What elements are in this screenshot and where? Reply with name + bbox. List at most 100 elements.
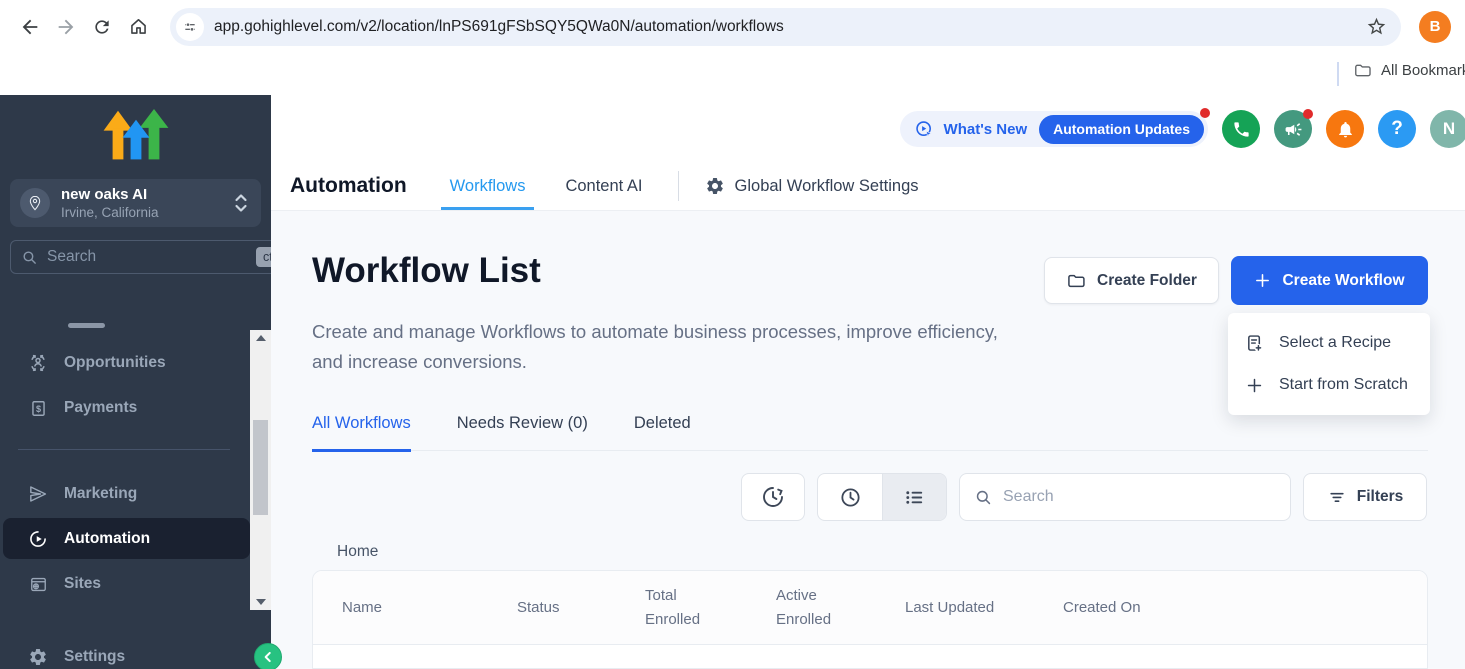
sidebar-item-marketing[interactable]: Marketing <box>0 472 250 516</box>
megaphone-icon <box>1284 120 1303 139</box>
all-bookmarks-button[interactable]: All Bookmarks <box>1353 61 1465 80</box>
sidebar-scrollbar[interactable] <box>250 330 271 610</box>
opportunities-icon <box>28 353 48 373</box>
column-header-last-updated: Last Updated <box>905 599 1063 616</box>
whats-new-pill[interactable]: What's New Automation Updates <box>900 111 1208 147</box>
phone-button[interactable] <box>1222 110 1260 148</box>
recipe-file-plus-icon <box>1243 332 1265 354</box>
create-workflow-label: Create Workflow <box>1282 272 1404 290</box>
time-view-button[interactable] <box>818 474 882 520</box>
scrollbar-thumb[interactable] <box>253 420 268 515</box>
sidebar-item-opportunities[interactable]: Opportunities <box>0 341 250 385</box>
tab-deleted-label: Deleted <box>634 414 691 433</box>
tabs-divider <box>678 171 679 201</box>
automation-updates-badge[interactable]: Automation Updates <box>1039 115 1204 144</box>
breadcrumb-home[interactable]: Home <box>337 543 378 561</box>
plus-icon <box>1254 272 1271 289</box>
sidebar-search-field[interactable] <box>47 248 247 266</box>
all-bookmarks-label: All Bookmarks <box>1381 62 1465 79</box>
list-toolbar: Filters <box>741 473 1427 521</box>
browser-forward-button[interactable] <box>48 9 84 45</box>
tab-workflows[interactable]: Workflows <box>441 162 535 210</box>
forward-arrow-icon <box>55 16 77 38</box>
whats-new-label: What's New <box>944 121 1028 138</box>
table-header-row: Name Status Total Enrolled Active Enroll… <box>313 571 1427 645</box>
tab-content-ai[interactable]: Content AI <box>556 162 651 210</box>
back-arrow-icon <box>19 16 41 38</box>
main-content: Workflow List Create and manage Workflow… <box>271 211 1465 669</box>
scrollbar-up-arrow[interactable] <box>250 330 271 346</box>
sidebar-item-automation[interactable]: Automation <box>3 518 250 559</box>
app-logo[interactable] <box>0 95 271 163</box>
notification-dot <box>1200 108 1210 118</box>
phone-icon <box>1232 120 1251 139</box>
help-button[interactable]: ? <box>1378 110 1416 148</box>
sidebar-collapse-button[interactable] <box>254 643 282 669</box>
create-folder-label: Create Folder <box>1097 272 1197 290</box>
workflow-table: Name Status Total Enrolled Active Enroll… <box>312 570 1428 669</box>
tab-needs-review[interactable]: Needs Review (0) <box>457 414 588 451</box>
scrollbar-down-arrow[interactable] <box>250 594 271 610</box>
notifications-button[interactable] <box>1326 110 1364 148</box>
menu-item-start-from-scratch[interactable]: Start from Scratch <box>1228 364 1430 406</box>
tab-deleted[interactable]: Deleted <box>634 414 691 451</box>
filters-label: Filters <box>1357 488 1404 506</box>
workflow-list-tabs: All Workflows Needs Review (0) Deleted <box>312 414 1428 451</box>
url-input[interactable] <box>214 18 1361 36</box>
filters-button[interactable]: Filters <box>1303 473 1427 521</box>
filters-icon <box>1327 487 1347 507</box>
list-view-button[interactable] <box>882 474 946 520</box>
browser-home-button[interactable] <box>120 9 156 45</box>
location-pin-icon <box>20 188 50 218</box>
browser-toolbar: B <box>0 0 1465 53</box>
sidebar-item-label: Opportunities <box>64 354 166 372</box>
global-workflow-settings-link[interactable]: Global Workflow Settings <box>705 176 919 196</box>
announcements-button[interactable] <box>1274 110 1312 148</box>
workflow-list-title: Workflow List <box>312 251 541 291</box>
history-clock-icon <box>761 485 785 509</box>
bookmark-star-button[interactable] <box>1361 12 1391 42</box>
site-settings-icon[interactable] <box>176 13 204 41</box>
svg-text:$: $ <box>35 403 40 413</box>
workflow-search-input[interactable] <box>1003 488 1276 506</box>
home-icon <box>128 16 149 37</box>
browser-profile-avatar[interactable]: B <box>1419 11 1451 43</box>
marketing-send-icon <box>28 484 48 504</box>
column-header-label: Active Enrolled <box>776 584 838 632</box>
execution-logs-button[interactable] <box>741 473 805 521</box>
menu-item-select-recipe[interactable]: Select a Recipe <box>1228 322 1430 364</box>
column-header-name: Name <box>313 599 517 616</box>
sidebar-item-sites[interactable]: Sites <box>0 562 250 606</box>
global-workflow-settings-label: Global Workflow Settings <box>735 177 919 196</box>
sidebar-search-input[interactable]: ctrl K <box>10 240 271 274</box>
bell-icon <box>1336 120 1355 139</box>
column-header-status: Status <box>517 599 645 616</box>
column-header-label: Total Enrolled <box>645 584 707 632</box>
create-folder-button[interactable]: Create Folder <box>1044 257 1219 304</box>
tab-all-workflows[interactable]: All Workflows <box>312 414 411 451</box>
create-workflow-menu: Select a Recipe Start from Scratch <box>1228 313 1430 415</box>
tune-icon <box>182 19 198 35</box>
workflow-search[interactable] <box>959 473 1291 521</box>
address-bar[interactable] <box>170 8 1401 46</box>
column-header-created-on: Created On <box>1063 599 1427 616</box>
tab-all-workflows-label: All Workflows <box>312 414 411 433</box>
gear-icon <box>705 176 725 196</box>
gohighlevel-logo-icon <box>103 109 169 163</box>
tab-content-ai-label: Content AI <box>565 177 642 196</box>
tab-needs-review-label: Needs Review (0) <box>457 414 588 433</box>
sidebar-item-settings[interactable]: Settings <box>0 635 250 669</box>
column-header-active-enrolled: Active Enrolled <box>776 584 905 632</box>
sidebar-item-payments[interactable]: $ Payments <box>0 386 250 430</box>
column-header-total-enrolled: Total Enrolled <box>645 584 776 632</box>
user-avatar[interactable]: N <box>1430 110 1465 148</box>
folder-icon <box>1066 271 1086 291</box>
scrolled-item-fragment <box>68 323 105 328</box>
location-switcher[interactable]: new oaks AI Irvine, California <box>10 179 261 227</box>
menu-item-label: Start from Scratch <box>1279 376 1408 394</box>
automation-updates-label: Automation Updates <box>1053 121 1190 137</box>
create-workflow-button[interactable]: Create Workflow <box>1231 256 1428 305</box>
browser-back-button[interactable] <box>12 9 48 45</box>
bookmarks-bar: All Bookmarks <box>0 53 1465 95</box>
browser-reload-button[interactable] <box>84 9 120 45</box>
